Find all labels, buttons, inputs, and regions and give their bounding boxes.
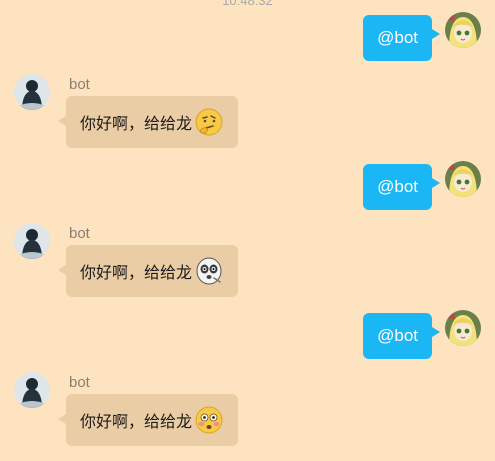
dark-figure-avatar-icon [14, 223, 50, 259]
bot-avatar[interactable] [14, 372, 50, 408]
bot-avatar[interactable] [14, 223, 50, 259]
anime-girl-avatar-icon [445, 161, 481, 197]
message-text: 你好啊，给给龙 [80, 412, 193, 431]
anime-girl-avatar-icon [445, 310, 481, 346]
message-text: 你好啊，给给龙 [80, 263, 193, 282]
user-avatar[interactable] [445, 310, 481, 346]
outgoing-message-bubble[interactable]: @bot [363, 15, 440, 61]
bot-avatar[interactable] [14, 74, 50, 110]
incoming-message-bubble[interactable]: 你好啊，给给龙 [57, 394, 239, 446]
message-text: @bot [377, 28, 418, 47]
dark-figure-avatar-icon [14, 74, 50, 110]
incoming-message-bubble[interactable]: 你好啊，给给龙 [57, 245, 239, 297]
message-text: 你好啊，给给龙 [80, 114, 193, 133]
outgoing-message-bubble[interactable]: @bot [363, 164, 440, 210]
sender-name: bot [69, 225, 90, 242]
message-text: @bot [377, 326, 418, 345]
flushed-face-emoji-icon [194, 405, 224, 435]
panda-face-emoji-icon [194, 256, 224, 286]
outgoing-message-bubble[interactable]: @bot [363, 313, 440, 359]
message-text: @bot [377, 177, 418, 196]
thinking-face-emoji-icon [194, 107, 224, 137]
message-timestamp: 10:48:32 [222, 0, 273, 8]
incoming-message-bubble[interactable]: 你好啊，给给龙 [57, 96, 239, 148]
user-avatar[interactable] [445, 12, 481, 48]
dark-figure-avatar-icon [14, 372, 50, 408]
user-avatar[interactable] [445, 161, 481, 197]
sender-name: bot [69, 374, 90, 391]
sender-name: bot [69, 76, 90, 93]
anime-girl-avatar-icon [445, 12, 481, 48]
